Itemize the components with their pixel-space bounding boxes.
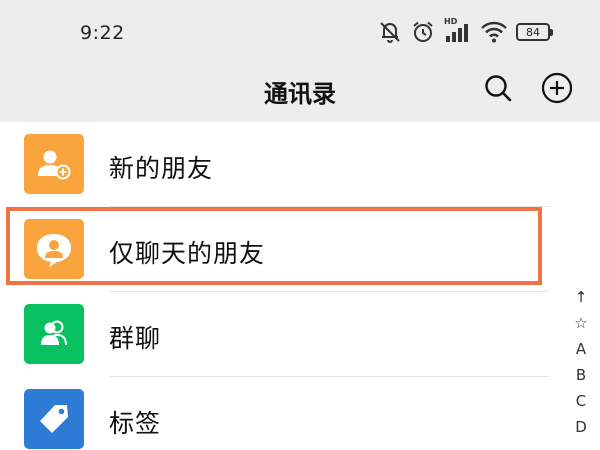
list-item-new-friends[interactable]: 新的朋友: [0, 122, 548, 206]
list-item-label: 群聊: [109, 324, 162, 353]
status-bar: 9:22 HD 84: [0, 0, 600, 64]
list-item-label: 新的朋友: [109, 154, 214, 183]
list-item-group-chats[interactable]: 群聊: [0, 292, 548, 376]
list-item-label: 仅聊天的朋友: [109, 239, 266, 268]
alphabet-index-bar[interactable]: ↑ ☆ A B C D: [568, 284, 594, 440]
wifi-icon: [481, 21, 507, 43]
status-icons: HD 84: [378, 17, 553, 44]
tag-icon: [24, 389, 84, 449]
index-letter-c[interactable]: C: [576, 388, 586, 414]
add-circle-icon: [541, 72, 573, 104]
title-bar: 通讯录: [0, 64, 600, 122]
list-item-chat-only-friends[interactable]: 仅聊天的朋友: [0, 207, 548, 291]
chat-only-friend-icon: [24, 219, 84, 279]
list-item-label: 标签: [109, 409, 162, 438]
battery-level: 84: [526, 25, 540, 39]
hd-signal-icon: HD: [444, 17, 472, 44]
index-letter-d[interactable]: D: [575, 414, 587, 440]
alarm-icon: [411, 20, 435, 44]
index-top-arrow[interactable]: ↑: [575, 284, 588, 310]
search-button[interactable]: [482, 72, 514, 104]
mute-bell-icon: [378, 20, 402, 44]
add-button[interactable]: [541, 72, 573, 104]
list-item-tags[interactable]: 标签: [0, 377, 548, 450]
add-friend-icon: [24, 134, 84, 194]
status-time: 9:22: [80, 22, 125, 44]
search-icon: [485, 75, 512, 102]
index-letter-a[interactable]: A: [576, 336, 586, 362]
group-chat-icon: [24, 304, 84, 364]
battery-icon: 84: [516, 23, 553, 41]
index-letter-b[interactable]: B: [576, 362, 586, 388]
index-star[interactable]: ☆: [574, 310, 587, 336]
contacts-screen: 9:22 HD 84 通讯录 新的朋友 仅聊天的朋友 群聊 标签 ↑ ☆ A B…: [0, 0, 600, 450]
